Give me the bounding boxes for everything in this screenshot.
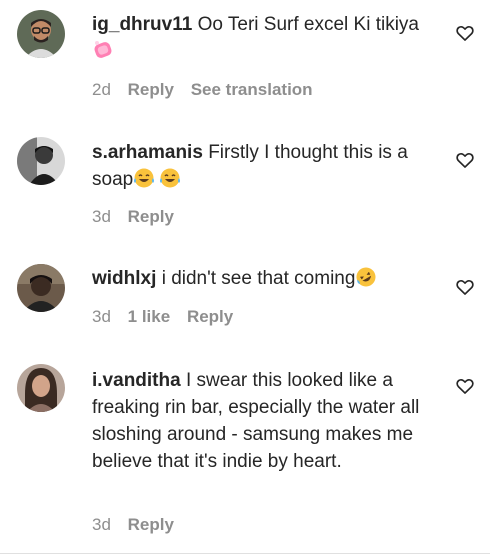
comment-body: s.arhamanis Firstly I thought this is a … xyxy=(92,139,437,193)
user-avatar-glasses-icon xyxy=(17,10,65,58)
reply-button[interactable]: Reply xyxy=(128,515,174,534)
soap-emoji-icon xyxy=(94,41,112,58)
avatar[interactable] xyxy=(17,264,65,312)
comment-meta: 3d 1 like Reply xyxy=(92,307,233,327)
comment-body: ig_dhruv11 Oo Teri Surf excel Ki tikiya xyxy=(92,11,437,65)
comment-timestamp[interactable]: 3d xyxy=(92,207,111,226)
heart-outline-icon[interactable] xyxy=(455,376,475,396)
comment-body: i.vanditha I swear this looked like a fr… xyxy=(92,367,437,475)
comment-text: i didn't see that coming xyxy=(161,268,356,289)
comment-meta: 2d Reply See translation xyxy=(92,80,313,100)
reply-button[interactable]: Reply xyxy=(128,207,174,226)
avatar[interactable] xyxy=(17,137,65,185)
reply-button[interactable]: Reply xyxy=(128,80,174,99)
comment-text: Oo Teri Surf excel Ki tikiya xyxy=(197,14,420,35)
heart-outline-icon[interactable] xyxy=(455,150,475,170)
heart-outline-icon[interactable] xyxy=(455,23,475,43)
user-avatar-bw-icon xyxy=(17,137,65,185)
rolling-laughing-emoji-icon xyxy=(356,267,376,287)
comment-meta: 3d Reply xyxy=(92,515,174,535)
tears-of-joy-emoji-icon xyxy=(160,168,181,188)
comment-timestamp[interactable]: 2d xyxy=(92,80,111,99)
likes-count[interactable]: 1 like xyxy=(128,307,171,326)
comment-username[interactable]: s.arhamanis xyxy=(92,142,203,163)
heart-outline-icon[interactable] xyxy=(455,277,475,297)
comment-timestamp[interactable]: 3d xyxy=(92,515,111,534)
tears-of-joy-emoji-icon xyxy=(134,168,155,188)
comment-timestamp[interactable]: 3d xyxy=(92,307,111,326)
avatar[interactable] xyxy=(17,10,65,58)
comment-body: widhlxj i didn't see that coming xyxy=(92,265,437,292)
avatar[interactable] xyxy=(17,364,65,412)
reply-button[interactable]: Reply xyxy=(187,307,233,326)
user-avatar-dark-icon xyxy=(17,264,65,312)
comment-username[interactable]: i.vanditha xyxy=(92,370,181,391)
see-translation-button[interactable]: See translation xyxy=(191,80,313,99)
user-avatar-portrait-icon xyxy=(17,364,65,412)
divider xyxy=(0,553,490,554)
comment-username[interactable]: ig_dhruv11 xyxy=(92,14,192,35)
comment-meta: 3d Reply xyxy=(92,207,174,227)
comment-username[interactable]: widhlxj xyxy=(92,268,156,289)
